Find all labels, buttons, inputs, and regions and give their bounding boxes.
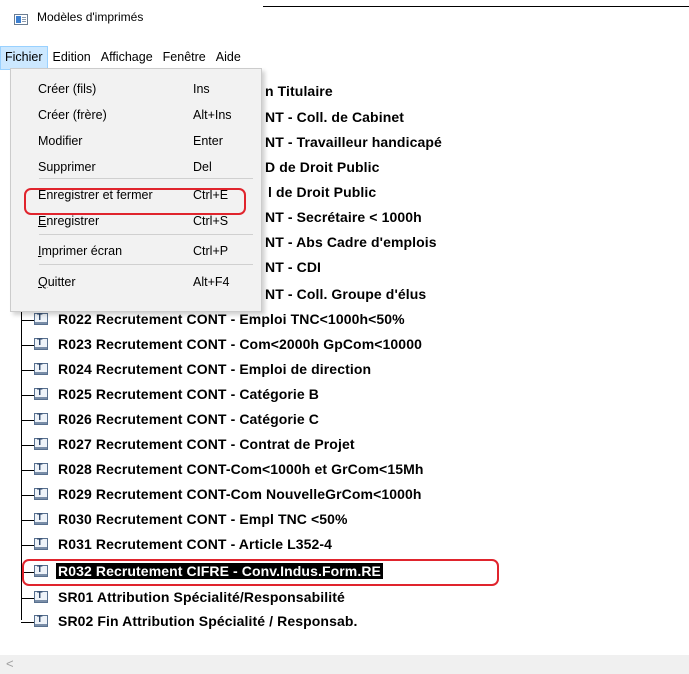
menu-item-creer-frere[interactable]: Créer (frère) Alt+Ins: [11, 103, 261, 127]
menu-item-quitter[interactable]: Quitter Alt+F4: [11, 270, 261, 294]
app-icon: [14, 14, 28, 25]
selected-row-highlight: [22, 559, 499, 586]
menu-edition[interactable]: Edition: [48, 47, 96, 69]
document-icon: [34, 312, 48, 325]
window-title: Modèles d'imprimés: [37, 10, 144, 24]
menu-item-highlight: [24, 188, 246, 215]
document-icon: [34, 512, 48, 525]
menu-separator: [39, 234, 253, 235]
document-icon: [34, 487, 48, 500]
menu-aide[interactable]: Aide: [211, 47, 246, 69]
menu-item-creer-fils[interactable]: Créer (fils) Ins: [11, 77, 261, 101]
document-icon: [34, 437, 48, 450]
document-icon: [34, 462, 48, 475]
title-divider: [263, 6, 689, 7]
menu-affichage[interactable]: Affichage: [96, 47, 158, 69]
menu-item-supprimer[interactable]: Supprimer Del: [11, 155, 261, 179]
menu-item-imprimer-ecran[interactable]: Imprimer écran Ctrl+P: [11, 239, 261, 263]
document-icon: [34, 337, 48, 350]
menu-fichier[interactable]: Fichier: [0, 46, 48, 70]
title-bar: Modèles d'imprimés: [0, 0, 689, 36]
document-icon: [34, 362, 48, 375]
scroll-left-icon[interactable]: <: [6, 656, 14, 671]
menu-separator: [39, 264, 253, 265]
document-icon: [34, 537, 48, 550]
menu-separator: [39, 178, 253, 179]
menu-fenetre[interactable]: Fenêtre: [158, 47, 211, 69]
document-icon: [34, 387, 48, 400]
menu-bar: Fichier Edition Affichage Fenêtre Aide: [0, 46, 246, 70]
document-icon: [34, 614, 48, 627]
document-icon: [34, 412, 48, 425]
horizontal-scrollbar[interactable]: <: [0, 655, 689, 674]
menu-item-modifier[interactable]: Modifier Enter: [11, 129, 261, 153]
document-icon: [34, 590, 48, 603]
